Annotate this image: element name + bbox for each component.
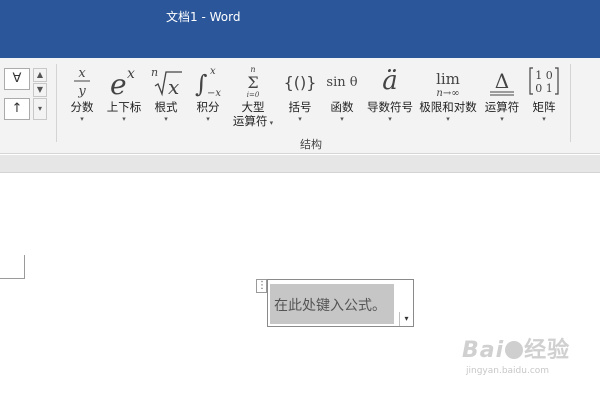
operator-icon: Δ — [482, 62, 522, 98]
large-operator-label: 大型 — [241, 100, 265, 114]
equation-container[interactable]: 在此处键入公式。 ▾ — [267, 279, 414, 327]
gallery-scroll-down-button[interactable]: ▼ — [33, 83, 47, 97]
chevron-down-icon: ▾ — [122, 115, 126, 123]
symbol-gallery: ∀ ↑ ▲ ▼ ▾ — [0, 66, 52, 126]
svg-text:n→∞: n→∞ — [436, 88, 459, 98]
operator-button[interactable]: Δ 运算符 ▾ — [482, 62, 522, 124]
script-label: 上下标 — [106, 100, 142, 114]
bracket-button[interactable]: {()} 括号 ▾ — [282, 62, 318, 124]
svg-text:0 1: 0 1 — [535, 82, 553, 95]
ribbon-divider — [570, 64, 571, 142]
svg-text:x: x — [168, 75, 179, 98]
radical-button[interactable]: n x 根式 ▾ — [148, 62, 184, 124]
svg-text:Σ: Σ — [247, 73, 258, 92]
matrix-button[interactable]: 1 0 0 1 矩阵 ▾ — [528, 62, 560, 124]
limit-log-button[interactable]: lim n→∞ 极限和对数 ▾ — [418, 62, 478, 124]
structures-group-label: 结构 — [300, 138, 322, 151]
accent-button[interactable]: ä 导数符号 ▾ — [364, 62, 416, 124]
paw-icon — [505, 341, 524, 359]
function-button[interactable]: sin θ 函数 ▾ — [324, 62, 360, 124]
svg-text:1 0: 1 0 — [535, 69, 553, 82]
ribbon-divider — [56, 64, 57, 142]
integral-label: 积分 — [196, 100, 220, 114]
equation-placeholder: 在此处键入公式。 — [274, 298, 386, 314]
svg-text:y: y — [77, 84, 86, 98]
function-icon: sin θ — [326, 75, 358, 90]
equation-move-handle[interactable]: ⋮ — [256, 279, 267, 293]
baidu-watermark: Bai 经验 jingyan.baidu.com — [462, 328, 592, 388]
matrix-icon: 1 0 0 1 — [528, 62, 560, 98]
sigma-icon: n Σ i=0 — [230, 62, 276, 98]
integral-icon: ∫ x −x — [192, 62, 224, 98]
chevron-down-icon: ▾ — [446, 115, 450, 123]
fraction-icon: x y — [66, 62, 98, 98]
chevron-down-icon: ▾ — [298, 115, 302, 123]
chevron-down-icon: ▾ — [388, 115, 392, 123]
chevron-down-icon: ▾ — [500, 115, 504, 123]
bracket-label: 括号 — [288, 100, 312, 114]
script-button[interactable]: e x 上下标 ▾ — [104, 62, 144, 124]
svg-text:Δ: Δ — [495, 69, 509, 93]
equation-options-button[interactable]: ▾ — [399, 312, 413, 326]
window-title: 文档1 - Word — [166, 10, 241, 24]
svg-text:x: x — [210, 66, 216, 77]
svg-text:n: n — [151, 66, 158, 79]
accent-label: 导数符号 — [367, 100, 413, 114]
ribbon: ∀ ↑ ▲ ▼ ▾ x y 分数 ▾ e x 上下标 ▾ n x 根式 ▾ ∫ … — [0, 58, 600, 154]
svg-text:−x: −x — [207, 88, 221, 98]
symbol-for-all[interactable]: ∀ — [4, 68, 30, 90]
symbol-up-arrow[interactable]: ↑ — [4, 98, 30, 120]
watermark-url: jingyan.baidu.com — [466, 366, 550, 376]
chevron-down-icon: ▾ — [542, 115, 546, 123]
gallery-scroll-up-button[interactable]: ▲ — [33, 68, 47, 82]
gallery-more-button[interactable]: ▾ — [33, 98, 47, 120]
fraction-label: 分数 — [70, 100, 94, 114]
operator-label: 运算符 — [484, 100, 520, 114]
bracket-icon: {()} — [283, 73, 317, 92]
limit-icon: lim n→∞ — [418, 62, 478, 98]
svg-text:lim: lim — [436, 70, 460, 88]
function-label: 函数 — [330, 100, 354, 114]
watermark-logo: Bai 经验 — [462, 338, 571, 363]
margin-corner-marker — [0, 255, 25, 279]
chevron-down-icon: ▾ — [164, 115, 168, 123]
superscript-icon: e x — [104, 62, 144, 98]
integral-button[interactable]: ∫ x −x 积分 ▾ — [192, 62, 224, 124]
fraction-button[interactable]: x y 分数 ▾ — [66, 62, 98, 124]
svg-text:∫: ∫ — [195, 70, 208, 98]
svg-text:x: x — [127, 66, 135, 82]
svg-text:e: e — [110, 68, 127, 98]
svg-text:i=0: i=0 — [247, 91, 260, 98]
radical-label: 根式 — [154, 100, 178, 114]
large-operator-label-2: 运算符 ▾ — [232, 114, 274, 128]
title-bar: 文档1 - Word — [0, 0, 600, 58]
chevron-down-icon: ▾ — [80, 115, 84, 123]
svg-text:x: x — [78, 66, 86, 81]
accent-icon: ä — [382, 66, 398, 96]
radical-icon: n x — [148, 62, 184, 98]
equation-input[interactable]: 在此处键入公式。 — [270, 284, 394, 324]
chevron-down-icon: ▾ — [206, 115, 210, 123]
large-operator-button[interactable]: n Σ i=0 大型 运算符 ▾ — [230, 62, 276, 128]
ribbon-bottom-strip — [0, 155, 600, 173]
chevron-down-icon: ▾ — [340, 115, 344, 123]
matrix-label: 矩阵 — [532, 100, 556, 114]
limit-log-label: 极限和对数 — [419, 100, 477, 114]
chevron-down-icon: ▾ — [267, 119, 274, 127]
